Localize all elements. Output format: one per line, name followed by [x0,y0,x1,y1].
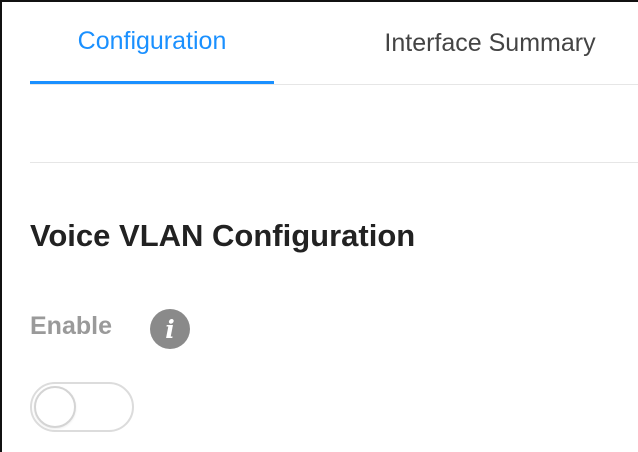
section-divider [30,162,638,163]
enable-label: Enable [30,312,112,340]
tab-interface-summary-label: Interface Summary [384,28,596,57]
tab-bar: Configuration Interface Summary [30,2,638,85]
tab-interface-summary[interactable]: Interface Summary [360,2,620,84]
info-icon-glyph: i [165,314,175,344]
tab-configuration-label: Configuration [77,27,227,55]
tab-configuration[interactable]: Configuration [30,2,274,84]
section-title: Voice VLAN Configuration [30,218,416,253]
info-icon[interactable]: i [150,309,190,349]
main-panel: Configuration Interface Summary Voice VL… [0,0,638,452]
toggle-knob [34,386,76,428]
enable-toggle[interactable] [30,382,134,432]
